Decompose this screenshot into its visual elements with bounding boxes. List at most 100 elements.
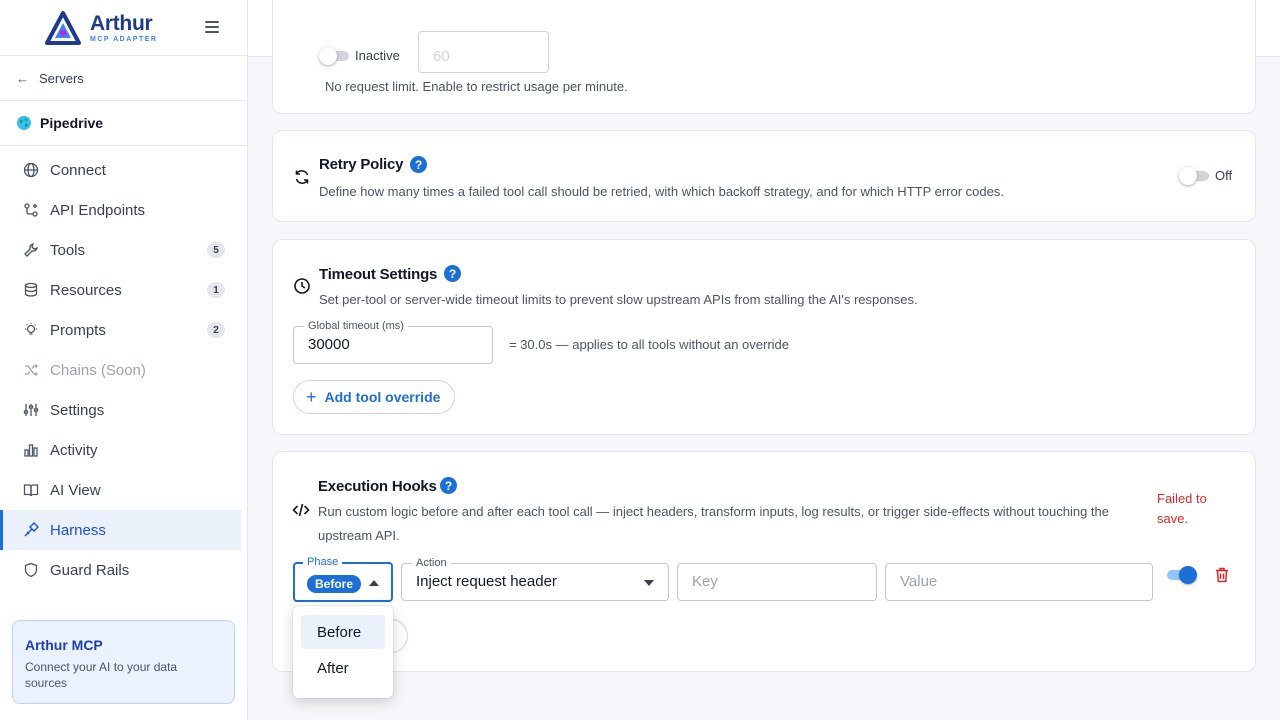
sidebar-item-label: Tools	[50, 241, 86, 259]
global-timeout-field[interactable]: Global timeout (ms) 30000	[293, 319, 493, 364]
value-input[interactable]: Value	[885, 563, 1153, 601]
tools-count-badge: 5	[207, 242, 225, 258]
timeout-settings-desc: Set per-tool or server-wide timeout limi…	[319, 292, 918, 307]
arthur-logo-icon	[44, 10, 82, 45]
promo-title: Arthur MCP	[25, 637, 103, 653]
code-icon	[292, 503, 310, 517]
action-value: Inject request header	[416, 573, 557, 590]
rate-limit-value: 60	[433, 48, 450, 65]
global-timeout-hint: = 30.0s — applies to all tools without a…	[509, 337, 790, 352]
book-icon	[22, 481, 40, 499]
trash-icon[interactable]	[1215, 567, 1229, 583]
sidebar-item-resources[interactable]: Resources 1	[0, 270, 241, 310]
timeout-settings-title: Timeout Settings	[319, 266, 438, 283]
database-icon	[22, 281, 40, 299]
sidebar-item-api-endpoints[interactable]: API Endpoints	[0, 190, 241, 230]
rate-limit-status: Inactive	[355, 48, 400, 63]
add-tool-override-label: Add tool override	[324, 389, 441, 405]
rate-limit-note: No request limit. Enable to restrict usa…	[325, 79, 628, 94]
retry-toggle[interactable]	[1179, 167, 1209, 185]
sidebar-item-label: Resources	[50, 281, 122, 299]
back-to-servers-link[interactable]: ← Servers	[0, 56, 247, 101]
server-globe-icon	[17, 116, 31, 130]
sidebar-nav: Connect API Endpoints Tools 5 Resources …	[0, 146, 247, 590]
sidebar-item-ai-view[interactable]: AI View	[0, 470, 241, 510]
save-error-line-2: save.	[1157, 511, 1189, 526]
retry-policy-card: Retry Policy ? Define how many times a f…	[272, 130, 1256, 222]
harness-icon	[22, 521, 40, 539]
wrench-icon	[22, 241, 40, 259]
rate-limit-input[interactable]: 60	[418, 31, 549, 73]
promo-card: Arthur MCP Connect your AI to your data …	[12, 620, 235, 704]
sidebar-item-label: Chains (Soon)	[50, 361, 146, 379]
refresh-icon	[295, 170, 309, 184]
value-placeholder: Value	[900, 573, 938, 590]
sidebar-item-label: API Endpoints	[50, 201, 146, 219]
execution-hooks-card: Execution Hooks ? Run custom logic befor…	[272, 451, 1256, 672]
phase-option-before[interactable]: Before	[301, 615, 385, 649]
retry-policy-desc: Define how many times a failed tool call…	[319, 184, 1004, 199]
sidebar-item-label: Activity	[50, 441, 98, 459]
shield-icon	[22, 561, 40, 579]
key-input[interactable]: Key	[677, 563, 877, 601]
endpoints-icon	[22, 201, 40, 219]
save-error-line-1: Failed to	[1157, 491, 1207, 506]
sidebar-item-prompts[interactable]: Prompts 2	[0, 310, 241, 350]
brand-name: Arthur	[90, 11, 153, 35]
action-select[interactable]: Action Inject request header	[401, 556, 669, 601]
shuffle-icon	[22, 361, 40, 379]
phase-select[interactable]: Phase Before	[293, 555, 393, 602]
sidebar-item-label: Connect	[50, 161, 106, 179]
menu-toggle-icon[interactable]	[205, 20, 219, 34]
back-label: Servers	[39, 70, 84, 86]
sliders-icon	[22, 401, 40, 419]
execution-hooks-title: Execution Hooks	[318, 478, 437, 495]
server-name: Pipedrive	[40, 115, 104, 131]
bulb-icon	[22, 321, 40, 339]
sidebar-item-label: Prompts	[50, 321, 106, 339]
rate-limit-card: Inactive 60 No request limit. Enable to …	[272, 0, 1256, 114]
hooks-desc-line-2: upstream API.	[318, 528, 400, 543]
retry-policy-title: Retry Policy	[319, 156, 404, 173]
rate-limit-toggle[interactable]	[319, 47, 349, 65]
sidebar-item-label: Settings	[50, 401, 105, 419]
phase-chip: Before	[307, 575, 362, 593]
add-tool-override-button[interactable]: + Add tool override	[293, 380, 456, 414]
hooks-desc-line-1: Run custom logic before and after each t…	[318, 504, 1110, 519]
sidebar: Arthur MCP ADAPTER ← Servers Pipedrive C…	[0, 0, 248, 720]
timeout-settings-card: Timeout Settings ? Set per-tool or serve…	[272, 239, 1256, 435]
sidebar-item-label: AI View	[50, 481, 101, 499]
brand-subtitle: MCP ADAPTER	[90, 35, 158, 43]
sidebar-item-label: Guard Rails	[50, 561, 130, 579]
resources-count-badge: 1	[207, 282, 225, 298]
phase-dropdown-menu: Before After	[293, 606, 393, 698]
sidebar-item-guard-rails[interactable]: Guard Rails	[0, 550, 241, 590]
logo-row: Arthur MCP ADAPTER	[0, 0, 247, 56]
sidebar-item-activity[interactable]: Activity	[0, 430, 241, 470]
retry-toggle-label: Off	[1215, 168, 1233, 183]
hook-enabled-toggle[interactable]	[1167, 565, 1199, 585]
caret-down-icon	[644, 580, 654, 586]
action-label: Action	[412, 556, 451, 570]
sidebar-item-tools[interactable]: Tools 5	[0, 230, 241, 270]
sidebar-item-harness[interactable]: Harness	[0, 510, 241, 550]
global-timeout-label: Global timeout (ms)	[304, 319, 408, 333]
globe-icon	[22, 161, 40, 179]
timeout-help-icon[interactable]: ?	[444, 265, 461, 282]
prompts-count-badge: 2	[207, 322, 225, 338]
hooks-help-icon[interactable]: ?	[440, 477, 457, 494]
sidebar-item-label: Harness	[50, 521, 106, 539]
promo-desc: Connect your AI to your data sources	[25, 660, 178, 690]
phase-option-after[interactable]: After	[301, 651, 385, 685]
global-timeout-value: 30000	[308, 336, 350, 353]
arrow-left-icon: ←	[16, 70, 29, 86]
retry-help-icon[interactable]: ?	[410, 156, 427, 173]
phase-label: Phase	[303, 555, 343, 569]
sidebar-item-connect[interactable]: Connect	[0, 150, 241, 190]
sidebar-item-settings[interactable]: Settings	[0, 390, 241, 430]
sidebar-item-chains: Chains (Soon)	[0, 350, 241, 390]
caret-up-icon	[369, 580, 379, 586]
key-placeholder: Key	[692, 573, 718, 590]
plus-icon: +	[306, 386, 317, 407]
server-name-row: Pipedrive	[0, 101, 247, 146]
